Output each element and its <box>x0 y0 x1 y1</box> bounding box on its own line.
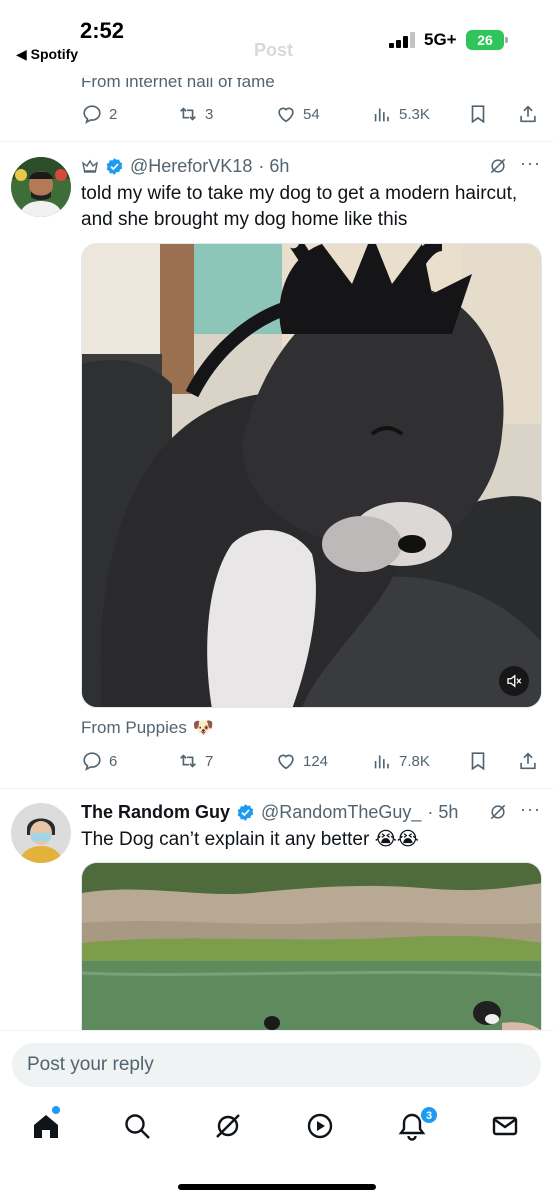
bookmark-icon <box>471 752 485 771</box>
grok-icon[interactable] <box>488 156 508 176</box>
tweet-time: · 5h <box>427 801 459 822</box>
bookmark-icon <box>471 105 485 124</box>
heart-icon <box>278 107 294 123</box>
repost-icon <box>180 107 196 121</box>
reply-button[interactable]: 6 <box>81 748 117 774</box>
avatar[interactable] <box>11 157 71 217</box>
reply-icon <box>83 752 101 771</box>
like-button[interactable]: 124 <box>275 748 328 774</box>
search-icon <box>125 1114 150 1139</box>
reply-input[interactable]: Post your reply <box>12 1043 541 1087</box>
tweet-time: · 6h <box>258 155 290 176</box>
bookmark-button[interactable] <box>467 101 489 127</box>
share-button[interactable] <box>517 748 539 774</box>
tab-video[interactable] <box>305 1111 335 1141</box>
like-button[interactable]: 54 <box>275 101 320 127</box>
puppy-emoji-icon: 🐶 <box>192 718 214 737</box>
repost-button[interactable]: 7 <box>177 748 213 774</box>
like-count: 124 <box>303 752 329 770</box>
tweet-video[interactable] <box>81 243 542 708</box>
views-count: 7.8K <box>399 752 430 770</box>
back-to-app-link[interactable]: ◀ Spotify <box>16 46 78 63</box>
battery-icon: 26 <box>466 30 508 50</box>
views-count: 5.3K <box>399 105 430 123</box>
tweet-divider <box>0 141 553 142</box>
tweet-text: The Dog can’t explain it any better 😭😭 <box>81 829 420 850</box>
avatar-image <box>11 157 71 217</box>
lake-video-frame <box>82 863 541 1030</box>
tab-messages[interactable] <box>490 1111 520 1141</box>
home-icon <box>34 1115 58 1138</box>
grok-icon <box>216 1114 240 1138</box>
repost-button[interactable]: 3 <box>177 101 213 127</box>
tweet-handle[interactable]: @HereforVK18 <box>130 156 252 177</box>
tab-home[interactable] <box>31 1111 61 1141</box>
heart-icon <box>278 754 294 770</box>
tweet-handle[interactable]: @RandomTheGuy_ <box>261 802 421 823</box>
avatar[interactable] <box>11 803 71 863</box>
share-icon <box>520 105 536 123</box>
home-indicator[interactable] <box>178 1184 376 1190</box>
reply-count: 2 <box>109 105 118 123</box>
tweet-author-name[interactable]: The Random Guy <box>81 802 230 823</box>
tab-search[interactable] <box>122 1111 152 1141</box>
cellular-signal-icon <box>389 32 417 48</box>
dog-video-frame <box>82 244 541 707</box>
verified-badge-icon <box>106 157 123 175</box>
tweet-video[interactable] <box>81 862 542 1030</box>
tab-grok[interactable] <box>213 1111 243 1141</box>
avatar-image <box>11 803 71 863</box>
bottom-bar: Post your reply <box>0 1030 553 1200</box>
like-count: 54 <box>303 105 320 123</box>
grok-icon[interactable] <box>488 802 508 822</box>
more-options-icon[interactable]: ··· <box>520 799 541 820</box>
video-icon <box>307 1113 333 1139</box>
status-time: 2:52 <box>80 18 125 43</box>
tweet-header: @HereforVK18 · 6h <box>81 153 289 179</box>
home-unread-dot <box>52 1106 60 1114</box>
bookmark-button[interactable] <box>467 748 489 774</box>
header-title: Post <box>254 40 294 60</box>
more-options-icon[interactable]: ··· <box>520 153 541 174</box>
network-type: 5G+ <box>424 30 457 49</box>
previous-tweet-actions: 2 3 54 5.3K <box>81 101 541 127</box>
repost-icon <box>180 754 196 768</box>
reply-icon <box>83 105 101 124</box>
views-button[interactable]: 5.3K <box>371 101 430 127</box>
notifications-badge: 3 <box>420 1106 438 1124</box>
tweet-text: told my wife to take my dog to get a mod… <box>81 183 518 230</box>
tweet-actions: 6 7 124 7.8K <box>81 748 541 774</box>
status-bar: 2:52 ◀ Spotify Post 5G+ 26 <box>0 0 553 78</box>
verified-badge-icon <box>237 803 254 821</box>
tweet-header: The Random Guy @RandomTheGuy_ · 5h <box>81 799 458 825</box>
views-icon <box>374 755 389 769</box>
tweet-source[interactable]: From Puppies 🐶 <box>81 718 214 738</box>
reply-button[interactable]: 2 <box>81 101 117 127</box>
tweet-divider <box>0 788 553 789</box>
views-icon <box>374 108 389 122</box>
crown-icon <box>81 159 99 173</box>
repost-count: 7 <box>205 752 214 770</box>
messages-icon <box>492 1116 518 1136</box>
source-label: From Puppies <box>81 718 187 737</box>
share-icon <box>520 752 536 770</box>
share-button[interactable] <box>517 101 539 127</box>
repost-count: 3 <box>205 105 214 123</box>
volume-muted-icon <box>507 674 522 688</box>
reply-count: 6 <box>109 752 118 770</box>
views-button[interactable]: 7.8K <box>371 748 430 774</box>
mute-button[interactable] <box>499 666 529 696</box>
